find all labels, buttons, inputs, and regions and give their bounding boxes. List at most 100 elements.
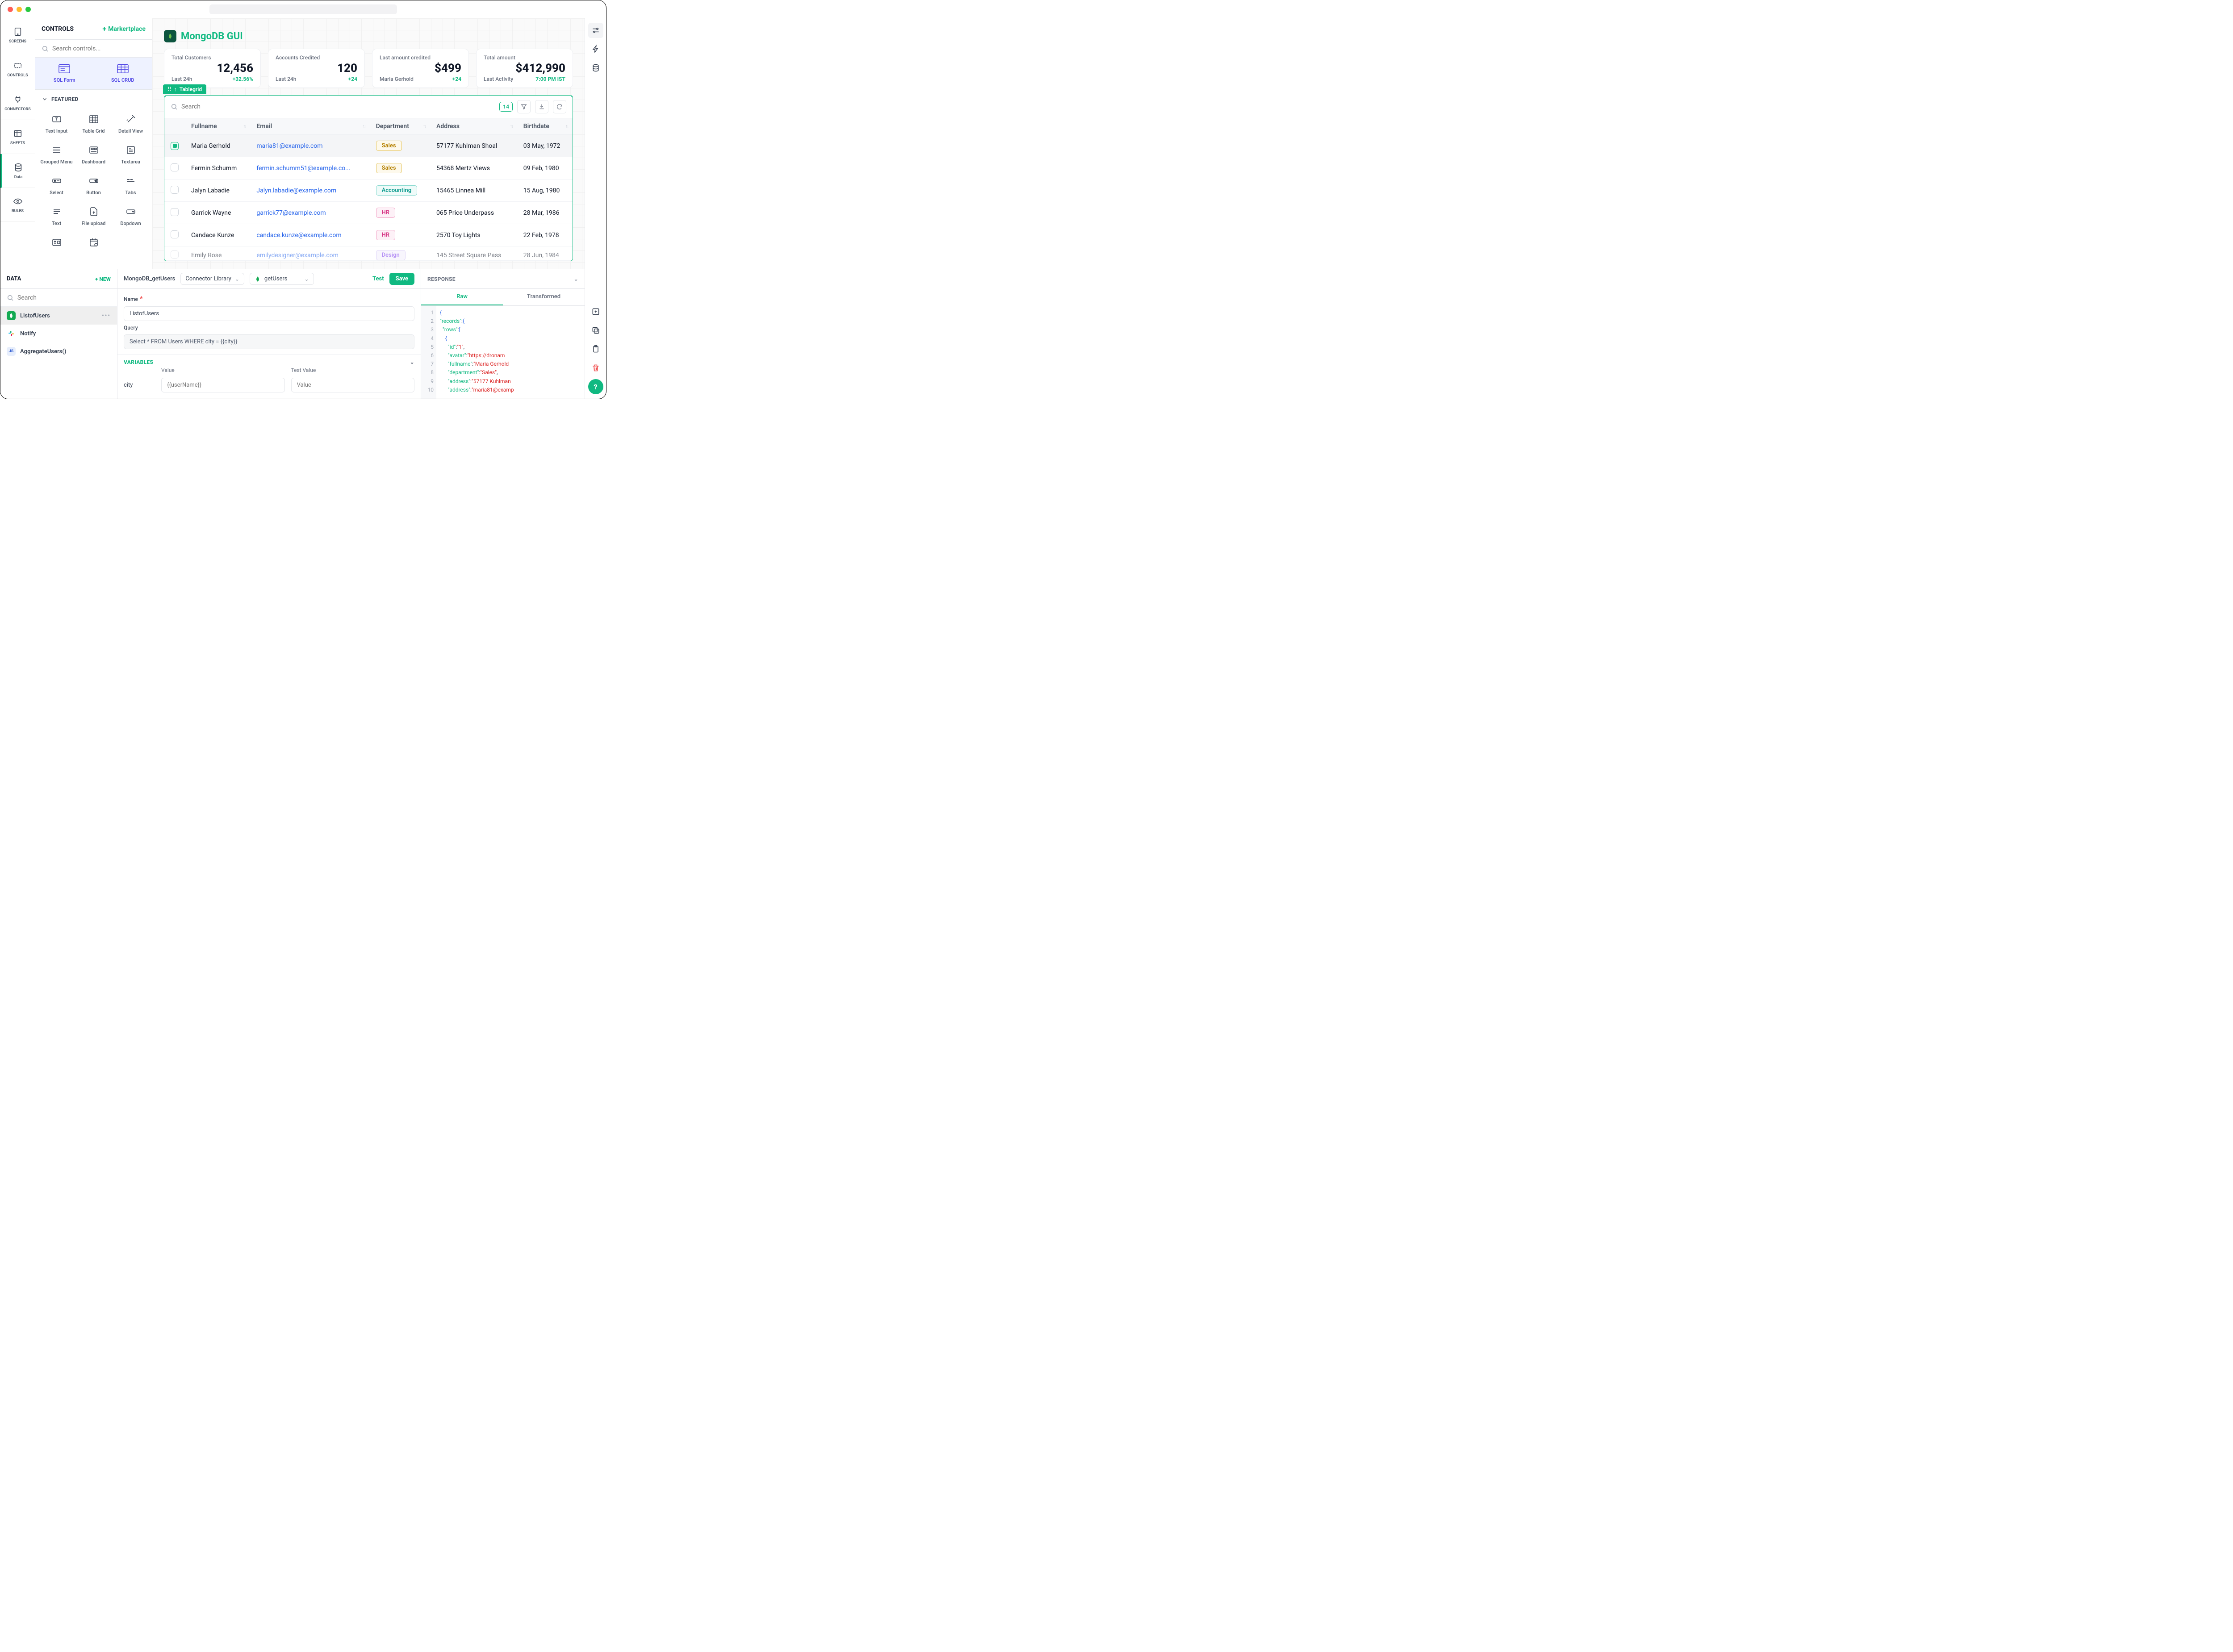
actions-button[interactable] xyxy=(588,42,603,57)
ctrl-text-input[interactable]: Text Input xyxy=(38,108,75,139)
email-link[interactable]: maria81@example.com xyxy=(256,142,322,150)
name-input[interactable] xyxy=(124,306,414,321)
nav-rules[interactable]: RULES xyxy=(0,188,35,222)
settings-button[interactable] xyxy=(588,23,603,38)
download-button[interactable] xyxy=(535,100,548,113)
ctrl-dropdown[interactable]: Dopdown xyxy=(112,201,149,232)
data-item-listofusers[interactable]: ListofUsers ••• xyxy=(0,307,117,325)
table-row[interactable]: Fermin Schumm fermin.schumm51@example.co… xyxy=(164,157,573,179)
data-search[interactable] xyxy=(0,289,117,307)
action-select[interactable]: getUsers⌄ xyxy=(250,273,314,285)
response-code[interactable]: 12345678910 { "records":{ "rows":[ { "id… xyxy=(421,306,585,399)
copy-icon xyxy=(591,326,600,335)
col-birthdate[interactable]: Birthdate↑↓ xyxy=(517,118,573,135)
row-checkbox[interactable] xyxy=(171,163,179,171)
col-fullname[interactable]: Fullname↑↓ xyxy=(185,118,250,135)
email-link[interactable]: garrick77@example.com xyxy=(256,209,326,217)
table-row[interactable]: Maria Gerhold maria81@example.com Sales … xyxy=(164,135,573,157)
database-icon xyxy=(591,63,600,72)
var-value-input[interactable] xyxy=(161,378,285,392)
data-item-notify[interactable]: Notify xyxy=(0,325,117,342)
row-checkbox[interactable] xyxy=(171,142,179,150)
kpi-value: 12,456 xyxy=(171,62,253,75)
ctrl-tabs[interactable]: Tabs xyxy=(112,170,149,201)
featured-header[interactable]: FEATURED xyxy=(35,90,152,108)
ctrl-extra-2[interactable] xyxy=(75,232,112,257)
tab-transformed[interactable]: Transformed xyxy=(503,289,585,305)
row-checkbox[interactable] xyxy=(171,230,179,238)
add-button[interactable] xyxy=(588,304,603,319)
query-input[interactable]: Select * FROM Users WHERE city = {{city}… xyxy=(124,334,414,349)
tab-raw[interactable]: Raw xyxy=(421,289,503,305)
ctrl-text[interactable]: Text xyxy=(38,201,75,232)
ctrl-file-upload[interactable]: File upload xyxy=(75,201,112,232)
email-link[interactable]: Jalyn.labadie@example.com xyxy=(256,187,336,194)
marketplace-link[interactable]: +Markertplace xyxy=(102,25,146,33)
nav-label: CONTROLS xyxy=(7,73,28,78)
ctrl-dashboard[interactable]: Dashboard xyxy=(75,139,112,170)
table-row[interactable]: Jalyn Labadie Jalyn.labadie@example.com … xyxy=(164,179,573,202)
promo-sql-form[interactable]: SQL Form xyxy=(35,58,94,89)
save-button[interactable]: Save xyxy=(389,273,414,285)
ctrl-extra-1[interactable] xyxy=(38,232,75,257)
kpi-sub: Maria Gerhold xyxy=(380,76,414,82)
test-button[interactable]: Test xyxy=(372,275,384,282)
var-test-input[interactable] xyxy=(291,378,415,392)
clipboard-button[interactable] xyxy=(588,342,603,357)
email-link[interactable]: fermin.schumm51@example.co... xyxy=(256,165,350,172)
controls-search[interactable] xyxy=(35,40,152,58)
cell-email: garrick77@example.com xyxy=(250,202,369,224)
data-item-aggregate[interactable]: JS AggregateUsers() xyxy=(0,342,117,360)
copy-button[interactable] xyxy=(588,323,603,338)
tablegrid[interactable]: 14 Fullname↑↓ Email↑↓ Department↑↓ xyxy=(164,95,573,261)
minimize-dot[interactable] xyxy=(17,7,22,12)
ctrl-select[interactable]: Select xyxy=(38,170,75,201)
table-row[interactable]: Candace Kunze candace.kunze@example.com … xyxy=(164,224,573,246)
row-checkbox[interactable] xyxy=(171,250,179,259)
row-checkbox[interactable] xyxy=(171,186,179,194)
window-controls[interactable] xyxy=(8,7,31,12)
controls-search-input[interactable] xyxy=(52,45,146,52)
help-button[interactable]: ? xyxy=(588,379,603,394)
more-icon[interactable]: ••• xyxy=(102,313,111,319)
nav-data[interactable]: Data xyxy=(0,154,35,188)
maximize-dot[interactable] xyxy=(25,7,31,12)
promo-sql-crud[interactable]: SQL CRUD xyxy=(94,58,152,89)
col-email[interactable]: Email↑↓ xyxy=(250,118,369,135)
col-address[interactable]: Address↑↓ xyxy=(430,118,517,135)
ctrl-button[interactable]: Button xyxy=(75,170,112,201)
nav-controls[interactable]: CONTROLS xyxy=(0,52,35,86)
new-data-button[interactable]: + NEW xyxy=(95,276,111,282)
cell-fullname: Maria Gerhold xyxy=(185,135,250,157)
ctrl-detail-view[interactable]: Detail View xyxy=(112,108,149,139)
address-bar[interactable] xyxy=(209,4,397,14)
nav-screens[interactable]: SCREENS xyxy=(0,18,35,52)
data-button[interactable] xyxy=(588,60,603,75)
kpi-delta: +24 xyxy=(452,76,461,82)
nav-sheets[interactable]: SHEETS xyxy=(0,120,35,154)
col-department[interactable]: Department↑↓ xyxy=(370,118,430,135)
ctrl-grouped-menu[interactable]: Grouped Menu xyxy=(38,139,75,170)
table-search[interactable] xyxy=(171,103,495,110)
response-panel: RESPONSE⌄ Raw Transformed 12345678910 { … xyxy=(421,269,585,399)
table-search-input[interactable] xyxy=(181,103,495,110)
email-link[interactable]: candace.kunze@example.com xyxy=(256,232,341,239)
ctrl-textarea[interactable]: Textarea xyxy=(112,139,149,170)
response-header[interactable]: RESPONSE⌄ xyxy=(421,269,585,289)
refresh-icon xyxy=(556,103,563,110)
email-link[interactable]: emilydesigner@example.com xyxy=(256,252,339,259)
library-select[interactable]: Connector Library⌄ xyxy=(180,273,244,285)
refresh-button[interactable] xyxy=(553,100,566,113)
tablegrid-tag[interactable]: ⠿↑Tablegrid xyxy=(163,84,206,94)
close-dot[interactable] xyxy=(8,7,13,12)
table-row[interactable]: Garrick Wayne garrick77@example.com HR 0… xyxy=(164,202,573,224)
delete-button[interactable] xyxy=(588,360,603,375)
controls-icon xyxy=(13,61,23,71)
filter-button[interactable] xyxy=(517,100,531,113)
variables-header[interactable]: VARIABLES⌄ xyxy=(117,354,421,367)
nav-connectors[interactable]: CONNECTORS xyxy=(0,86,35,120)
row-checkbox[interactable] xyxy=(171,208,179,216)
ctrl-table-grid[interactable]: Table Grid xyxy=(75,108,112,139)
table-row[interactable]: Emily Rose emilydesigner@example.com Des… xyxy=(164,246,573,261)
data-search-input[interactable] xyxy=(17,294,111,301)
